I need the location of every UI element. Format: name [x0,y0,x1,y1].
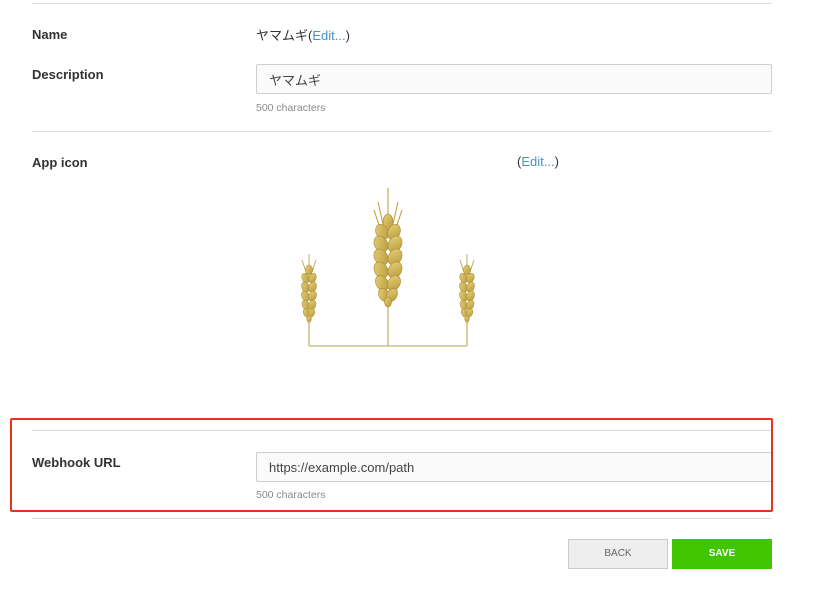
top-divider [32,3,772,4]
name-edit-link[interactable]: Edit... [312,28,345,43]
webhook-highlight-box [10,418,773,512]
app-icon-edit-link[interactable]: Edit... [521,154,554,169]
description-label: Description [32,67,104,82]
bottom-divider [32,518,772,519]
name-label: Name [32,27,68,42]
description-input[interactable] [256,64,772,94]
back-button[interactable]: BACK [568,539,668,569]
app-icon-edit-paren-close: ) [554,154,559,169]
app-settings-page: Name ヤマムギ(Edit...) Description 500 chara… [0,0,835,591]
description-divider [32,131,772,132]
description-char-hint: 500 characters [256,102,326,114]
name-value-group: ヤマムギ(Edit...) [256,25,350,44]
name-value: ヤマムギ [256,28,309,43]
app-icon-label: App icon [32,155,88,170]
name-edit-paren-close: ) [345,28,350,43]
save-button[interactable]: SAVE [672,539,772,569]
app-icon-edit-group: (Edit...) [517,154,559,169]
wheat-icon [301,188,475,347]
